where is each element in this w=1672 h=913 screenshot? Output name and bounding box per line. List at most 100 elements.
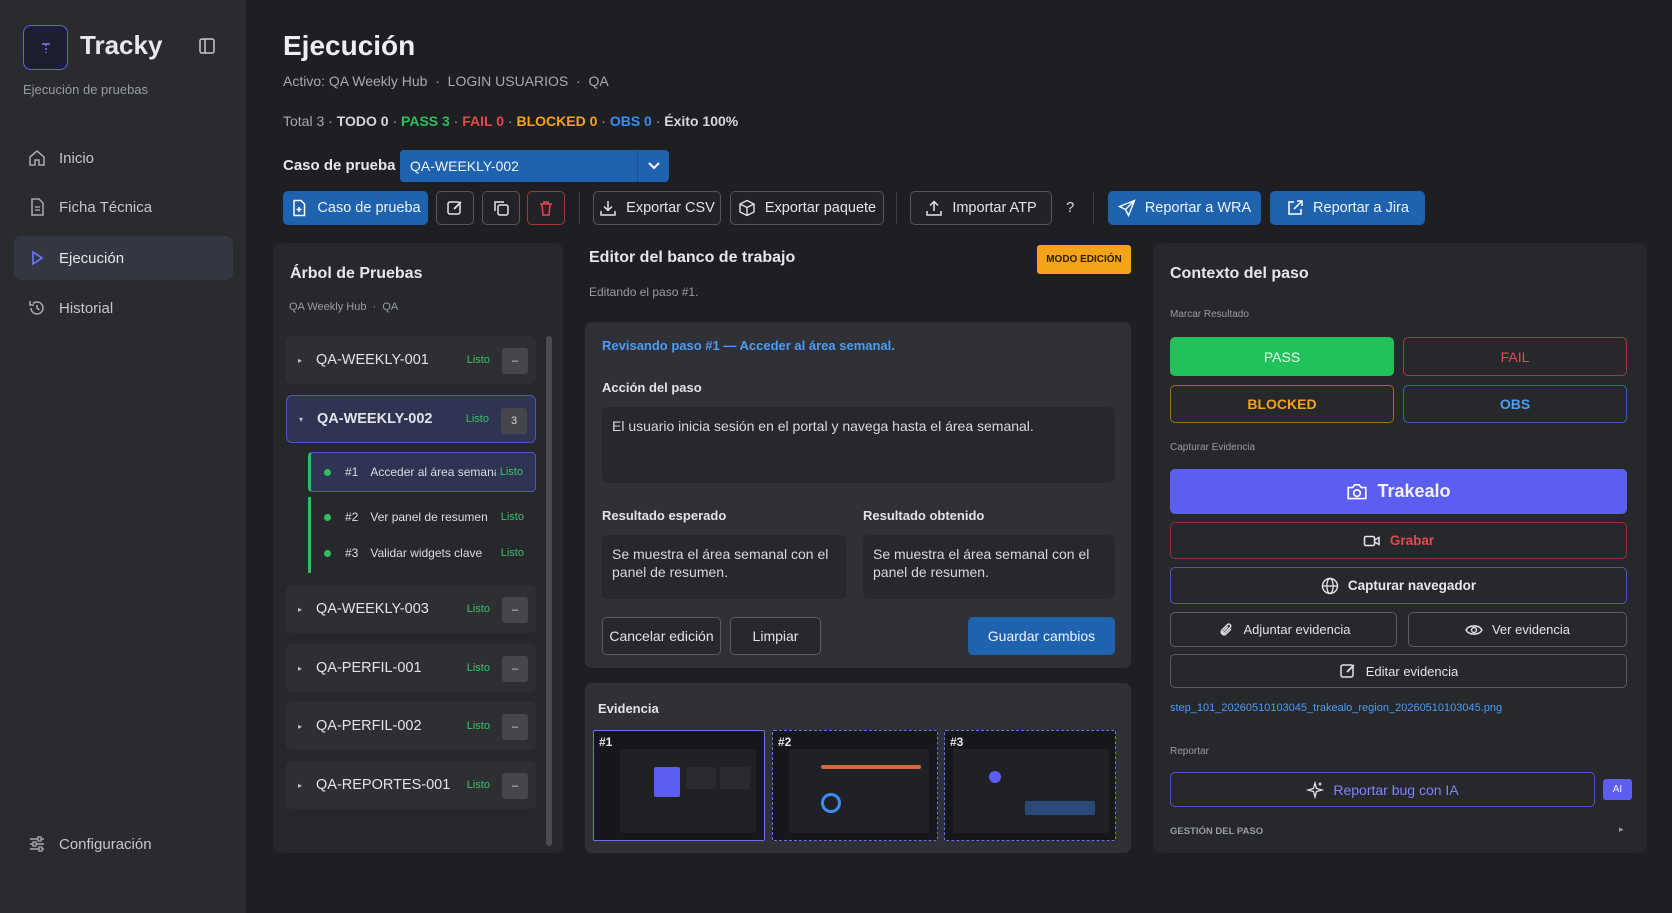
nav-item-ficha-tecnica[interactable]: Ficha Técnica xyxy=(14,185,233,229)
caret-down-icon: ▾ xyxy=(299,414,304,424)
history-icon xyxy=(29,301,44,315)
status-badge: Listo xyxy=(465,413,489,425)
new-case-label: Caso de prueba xyxy=(317,200,421,216)
status-badge: Listo xyxy=(466,662,490,674)
blocked-button[interactable]: BLOCKED xyxy=(1170,385,1394,423)
app-name: Tracky xyxy=(80,30,163,60)
export-package-button[interactable]: Exportar paquete xyxy=(730,191,884,225)
tree-item-id: QA-PERFIL-002 xyxy=(316,718,422,734)
status-badge: Listo xyxy=(499,466,523,478)
stat-total: Total 3 xyxy=(283,113,325,129)
report-label: Reportar xyxy=(1170,746,1209,757)
pass-button[interactable]: PASS xyxy=(1170,337,1394,376)
nav-item-historial[interactable]: Historial xyxy=(14,286,233,330)
tree-item-id: QA-PERFIL-001 xyxy=(316,660,422,676)
step-count: 3 xyxy=(501,408,527,434)
duplicate-button[interactable] xyxy=(482,191,520,225)
nav-item-ejecucion[interactable]: Ejecución xyxy=(14,236,233,280)
status-dot xyxy=(324,549,331,557)
tree-item-qa-perfil-002[interactable]: ▸ QA-PERFIL-002 Listo – xyxy=(286,702,536,750)
tree-item-qa-perfil-001[interactable]: ▸ QA-PERFIL-001 Listo – xyxy=(286,644,536,692)
nav-label: Ficha Técnica xyxy=(59,198,153,216)
document-icon xyxy=(31,198,44,216)
evidence-file-link[interactable]: step_101_20260510103045_trakealo_region_… xyxy=(1170,702,1502,714)
step-count: – xyxy=(502,597,528,623)
thumb-label: #2 xyxy=(778,735,792,749)
step-label: Validar widgets clave xyxy=(370,546,483,560)
attach-evidence-button[interactable]: Adjuntar evidencia xyxy=(1170,612,1397,647)
capture-browser-button[interactable]: Capturar navegador xyxy=(1170,567,1627,604)
toolbar-separator xyxy=(896,192,897,224)
step-management-label[interactable]: GESTIÓN DEL PASO xyxy=(1170,826,1263,837)
tree-item-qa-weekly-003[interactable]: ▸ QA-WEEKLY-003 Listo – xyxy=(286,585,536,633)
tree-item-id: QA-WEEKLY-001 xyxy=(316,352,429,368)
obs-button[interactable]: OBS xyxy=(1403,385,1627,423)
step-item-1[interactable]: #1 Acceder al área semanal Listo xyxy=(308,452,536,492)
tree-item-qa-weekly-002[interactable]: ▾ QA-WEEKLY-002 Listo 3 xyxy=(286,395,536,443)
thumb-preview-widget xyxy=(989,771,1001,783)
edit-mode-badge: MODO EDICIÓN xyxy=(1037,245,1131,274)
file-plus-icon xyxy=(293,199,306,217)
edit-evidence-button[interactable]: Editar evidencia xyxy=(1170,654,1627,688)
save-changes-button[interactable]: Guardar cambios xyxy=(968,617,1115,655)
delete-button[interactable] xyxy=(527,191,565,225)
sidebar-collapse-icon[interactable] xyxy=(199,38,215,54)
ai-badge: AI xyxy=(1603,779,1632,800)
export-csv-button[interactable]: Exportar CSV xyxy=(593,191,721,225)
status-badge: Listo xyxy=(500,547,524,559)
fail-button[interactable]: FAIL xyxy=(1403,337,1627,376)
thumb-label: #3 xyxy=(950,735,964,749)
trakealo-button[interactable]: Trakealo xyxy=(1170,469,1627,514)
tree-item-qa-weekly-001[interactable]: ▸ QA-WEEKLY-001 Listo – xyxy=(286,336,536,384)
evidence-thumb-2[interactable]: #2 xyxy=(772,730,938,841)
thumb-preview-chart xyxy=(1025,801,1095,815)
record-label: Grabar xyxy=(1389,533,1435,548)
action-textarea[interactable]: El usuario inicia sesión en el portal y … xyxy=(602,407,1115,483)
step-count: – xyxy=(502,656,528,682)
status-badge: Listo xyxy=(466,603,490,615)
cancel-edit-button[interactable]: Cancelar edición xyxy=(602,617,721,655)
sparkles-icon xyxy=(1306,780,1325,799)
view-evidence-button[interactable]: Ver evidencia xyxy=(1408,612,1627,647)
expected-label: Resultado esperado xyxy=(602,508,727,523)
clear-button[interactable]: Limpiar xyxy=(730,617,821,655)
report-bug-ai-button[interactable]: Reportar bug con IA xyxy=(1170,772,1595,807)
capture-browser-label: Capturar navegador xyxy=(1347,578,1477,593)
evidence-title: Evidencia xyxy=(598,701,659,716)
sidebar: Tracky Ejecución de pruebas Inicio Ficha… xyxy=(0,0,246,913)
edit-button[interactable] xyxy=(436,191,474,225)
obtained-textarea[interactable]: Se muestra el área semanal con el panel … xyxy=(863,535,1115,599)
nav-item-inicio[interactable]: Inicio xyxy=(14,136,233,180)
import-atp-button[interactable]: Importar ATP xyxy=(910,191,1052,225)
new-case-button[interactable]: Caso de prueba xyxy=(283,191,428,225)
record-button[interactable]: Grabar xyxy=(1170,522,1627,559)
step-number: #3 xyxy=(345,546,359,560)
case-select[interactable]: QA-WEEKLY-002 xyxy=(400,150,669,182)
step-count: – xyxy=(502,773,528,799)
nav-label: Historial xyxy=(59,299,114,317)
help-button[interactable]: ? xyxy=(1066,199,1074,216)
nav-label: Ejecución xyxy=(59,249,125,267)
evidence-thumb-1[interactable]: #1 xyxy=(593,730,765,841)
trakealo-label: Trakealo xyxy=(1377,481,1451,501)
evidence-thumb-3[interactable]: #3 xyxy=(944,730,1116,841)
tree-item-qa-reportes-001[interactable]: ▸ QA-REPORTES-001 Listo – xyxy=(286,761,536,809)
caret-right-icon[interactable]: ▸ xyxy=(1619,824,1624,835)
globe-icon xyxy=(1321,577,1339,594)
paperclip-icon xyxy=(1220,622,1232,635)
step-item-2[interactable]: #2 Ver panel de resumen Listo xyxy=(308,497,536,537)
report-jira-button[interactable]: Reportar a Jira xyxy=(1270,191,1425,225)
status-badge: Listo xyxy=(466,354,490,366)
step-item-3[interactable]: #3 Validar widgets clave Listo xyxy=(308,533,536,573)
report-wra-button[interactable]: Reportar a WRA xyxy=(1108,191,1261,225)
tree-item-id: QA-WEEKLY-002 xyxy=(317,411,433,427)
logo-icon xyxy=(41,42,50,53)
nav-label: Inicio xyxy=(59,149,95,167)
tree-scrollbar[interactable] xyxy=(546,336,552,846)
tree-title: Árbol de Pruebas xyxy=(290,265,423,282)
caret-right-icon: ▸ xyxy=(298,663,303,673)
edit-evidence-label: Editar evidencia xyxy=(1365,663,1459,679)
expected-textarea[interactable]: Se muestra el área semanal con el panel … xyxy=(602,535,846,599)
nav-item-configuracion[interactable]: Configuración xyxy=(14,822,233,866)
thumb-preview xyxy=(789,749,929,833)
